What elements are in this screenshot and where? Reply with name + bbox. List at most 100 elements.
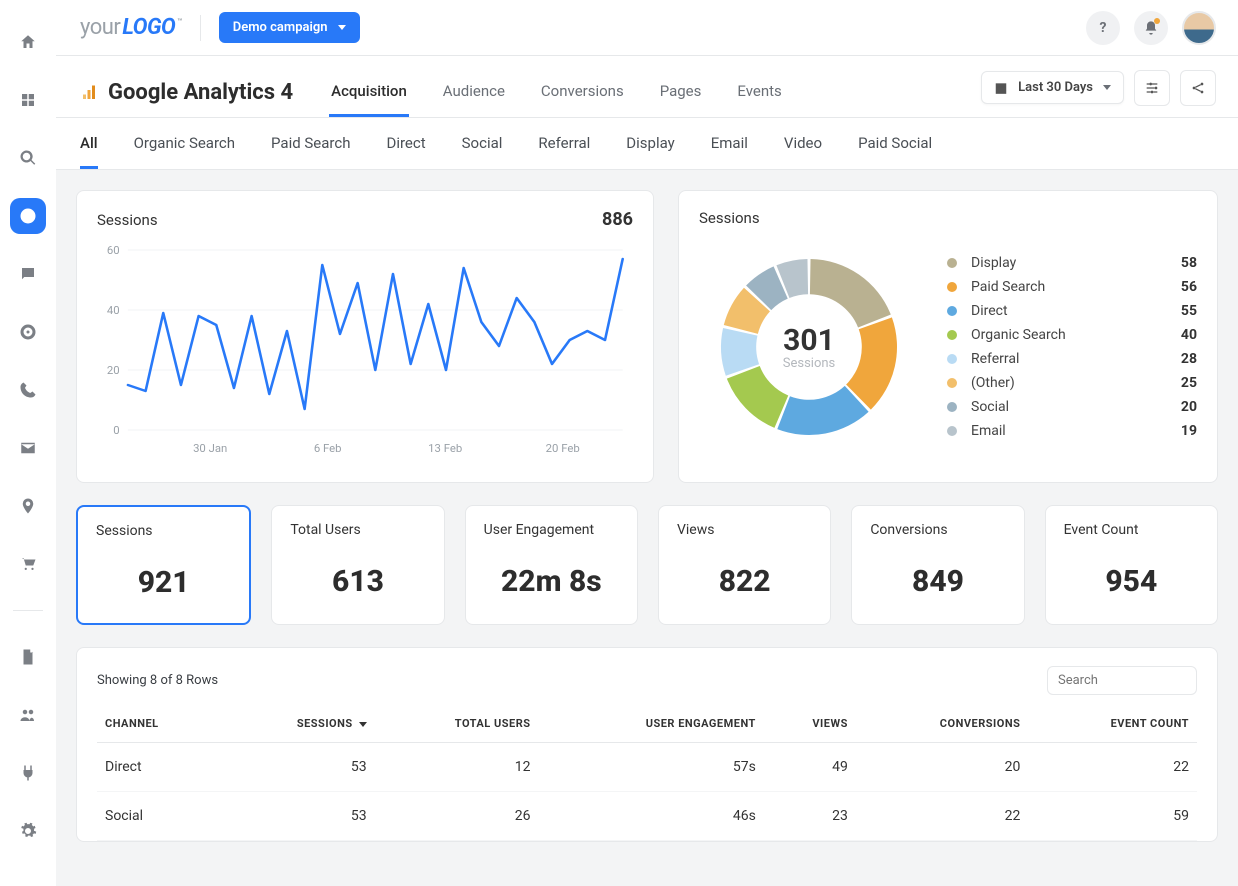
- legend-item[interactable]: Referral28: [947, 347, 1197, 371]
- settings-icon[interactable]: [10, 813, 46, 849]
- filter-display[interactable]: Display: [626, 134, 674, 169]
- chat-icon[interactable]: [10, 256, 46, 292]
- svg-text:0: 0: [113, 424, 119, 437]
- kpi-value: 954: [1064, 564, 1199, 599]
- logo-text-a: your: [80, 15, 120, 40]
- legend-label: Organic Search: [971, 327, 1181, 343]
- phone-icon[interactable]: [10, 372, 46, 408]
- kpi-value: 921: [96, 565, 231, 600]
- legend-value: 19: [1181, 423, 1197, 439]
- kpi-event-count[interactable]: Event Count 954: [1045, 505, 1218, 625]
- col-sessions[interactable]: SESSIONS: [221, 705, 374, 743]
- target-icon[interactable]: [10, 314, 46, 350]
- cart-icon[interactable]: [10, 546, 46, 582]
- top-header: your LOGO ™ Demo campaign ?: [56, 0, 1238, 56]
- kpi-row: Sessions921Total Users613User Engagement…: [76, 505, 1218, 625]
- kpi-conversions[interactable]: Conversions849: [851, 505, 1024, 625]
- filter-direct[interactable]: Direct: [386, 134, 425, 169]
- left-rail: [0, 0, 56, 886]
- legend-dot: [947, 354, 957, 364]
- legend-item[interactable]: Direct55: [947, 299, 1197, 323]
- donut-legend: Display58Paid Search56Direct55Organic Se…: [947, 251, 1197, 443]
- legend-label: Referral: [971, 351, 1181, 367]
- legend-item[interactable]: Organic Search40: [947, 323, 1197, 347]
- svg-text:20: 20: [107, 364, 120, 377]
- legend-value: 20: [1181, 399, 1197, 415]
- filter-paid-search[interactable]: Paid Search: [271, 134, 350, 169]
- notifications-button[interactable]: [1134, 11, 1168, 45]
- mail-icon[interactable]: [10, 430, 46, 466]
- legend-item[interactable]: (Other)25: [947, 371, 1197, 395]
- home-icon[interactable]: [10, 24, 46, 60]
- search-icon[interactable]: [10, 140, 46, 176]
- filter-video[interactable]: Video: [784, 134, 822, 169]
- svg-text:6 Feb: 6 Feb: [314, 442, 342, 455]
- document-icon[interactable]: [10, 639, 46, 675]
- col-event-count[interactable]: EVENT COUNT: [1028, 705, 1197, 743]
- share-button[interactable]: [1180, 70, 1216, 106]
- legend-value: 55: [1181, 303, 1197, 319]
- legend-label: Direct: [971, 303, 1181, 319]
- svg-text:60: 60: [107, 244, 120, 257]
- filter-referral[interactable]: Referral: [538, 134, 590, 169]
- campaign-dropdown[interactable]: Demo campaign: [219, 12, 360, 43]
- user-avatar[interactable]: [1182, 11, 1216, 45]
- filter-sliders-button[interactable]: [1134, 70, 1170, 106]
- col-user-engagement[interactable]: USER ENGAGEMENT: [539, 705, 764, 743]
- tab-events[interactable]: Events: [735, 68, 783, 117]
- channel-filters: All Organic Search Paid Search Direct Social…: [56, 118, 1238, 170]
- analytics-icon[interactable]: [10, 198, 46, 234]
- sessions-line-total: 886: [602, 209, 633, 230]
- table-row[interactable]: Social532646s232259: [97, 792, 1197, 841]
- legend-value: 28: [1181, 351, 1197, 367]
- legend-value: 58: [1181, 255, 1197, 271]
- tab-acquisition[interactable]: Acquisition: [329, 68, 409, 117]
- brand-logo: your LOGO ™: [80, 15, 182, 40]
- ga4-icon: [80, 84, 98, 102]
- col-conversions[interactable]: CONVERSIONS: [856, 705, 1029, 743]
- legend-dot: [947, 282, 957, 292]
- plugin-icon[interactable]: [10, 755, 46, 791]
- legend-label: Email: [971, 423, 1181, 439]
- content-area: Sessions 886 020406030 Jan6 Feb13 Feb20 …: [56, 170, 1238, 886]
- kpi-label: Event Count: [1064, 522, 1199, 538]
- filter-social[interactable]: Social: [462, 134, 503, 169]
- col-channel[interactable]: CHANNEL: [97, 705, 221, 743]
- sessions-donut-panel: Sessions 301 Sessions Display58Paid Sear…: [678, 190, 1218, 483]
- table-search-input[interactable]: [1047, 666, 1197, 695]
- kpi-total-users[interactable]: Total Users613: [271, 505, 444, 625]
- sessions-line-title: Sessions: [97, 211, 158, 229]
- legend-value: 40: [1181, 327, 1197, 343]
- legend-label: Social: [971, 399, 1181, 415]
- filter-all[interactable]: All: [80, 134, 98, 169]
- legend-label: Display: [971, 255, 1181, 271]
- campaign-label: Demo campaign: [233, 20, 328, 35]
- filter-organic-search[interactable]: Organic Search: [134, 134, 235, 169]
- col-views[interactable]: VIEWS: [764, 705, 856, 743]
- kpi-label: User Engagement: [484, 522, 619, 538]
- date-range-button[interactable]: Last 30 Days: [981, 71, 1124, 104]
- kpi-sessions[interactable]: Sessions921: [76, 505, 251, 625]
- col-total-users[interactable]: TOTAL USERS: [375, 705, 539, 743]
- table-row[interactable]: Direct531257s492022: [97, 743, 1197, 792]
- legend-item[interactable]: Social20: [947, 395, 1197, 419]
- apps-icon[interactable]: [10, 82, 46, 118]
- users-icon[interactable]: [10, 697, 46, 733]
- donut-chart: 301 Sessions: [699, 237, 919, 457]
- location-icon[interactable]: [10, 488, 46, 524]
- tab-audience[interactable]: Audience: [441, 68, 507, 117]
- kpi-user-engagement[interactable]: User Engagement22m 8s: [465, 505, 638, 625]
- help-button[interactable]: ?: [1086, 11, 1120, 45]
- sessions-donut-title: Sessions: [699, 209, 760, 227]
- kpi-views[interactable]: Views822: [658, 505, 831, 625]
- tab-pages[interactable]: Pages: [658, 68, 704, 117]
- filter-paid-social[interactable]: Paid Social: [858, 134, 932, 169]
- tab-conversions[interactable]: Conversions: [539, 68, 626, 117]
- legend-item[interactable]: Email19: [947, 419, 1197, 443]
- filter-email[interactable]: Email: [711, 134, 748, 169]
- legend-item[interactable]: Display58: [947, 251, 1197, 275]
- legend-dot: [947, 306, 957, 316]
- sessions-line-chart: 020406030 Jan6 Feb13 Feb20 Feb: [97, 240, 633, 460]
- legend-item[interactable]: Paid Search56: [947, 275, 1197, 299]
- svg-text:30 Jan: 30 Jan: [193, 442, 227, 455]
